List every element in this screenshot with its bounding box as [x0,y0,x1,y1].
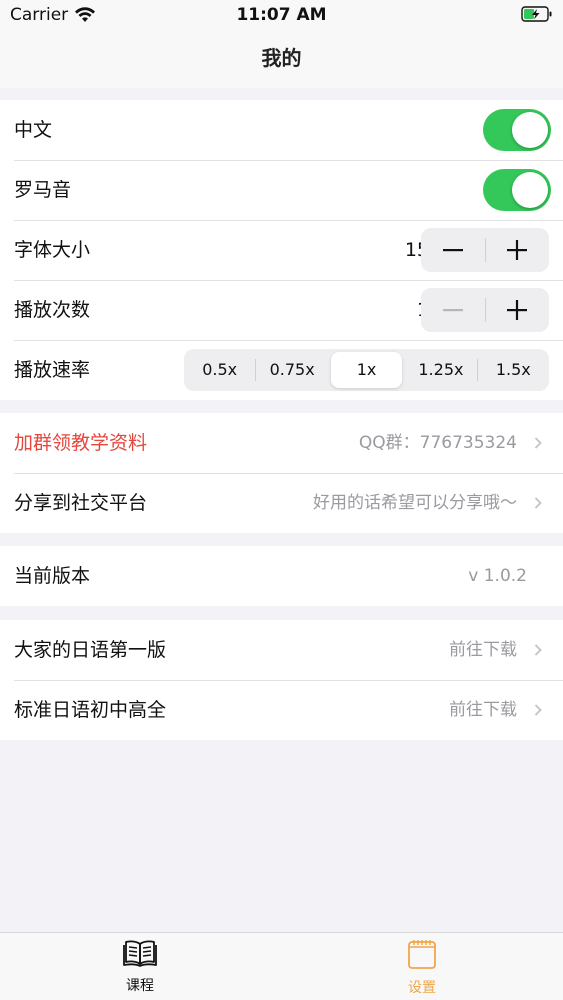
links-group: 加群领教学资料 QQ群：776735324 分享到社交平台 好用的话希望可以分享… [0,413,563,533]
tab-settings-label: 设置 [408,980,436,996]
rate-option-1-25x[interactable]: 1.25x [405,352,476,388]
notepad-icon [408,940,436,969]
play-count-increment-button[interactable] [486,288,550,332]
status-bar: Carrier 11:07 AM [0,0,563,30]
share-row[interactable]: 分享到社交平台 好用的话希望可以分享哦～ [0,473,563,533]
font-size-row: 字体大小 15 [0,220,563,280]
chevron-right-icon [534,704,542,716]
segment-divider [328,359,329,381]
app-download-link: 前往下载 [449,700,517,720]
app-row[interactable]: 大家的日语第一版 前往下载 [0,620,563,680]
version-label: 当前版本 [14,565,91,587]
tab-settings[interactable]: 设置 [362,939,482,997]
version-row: 当前版本 v 1.0.2 [0,546,563,606]
join-group-label: 加群领教学资料 [14,432,148,454]
rate-option-1-5x[interactable]: 1.5x [478,352,549,388]
font-size-label: 字体大小 [14,239,91,261]
share-value: 好用的话希望可以分享哦～ [313,493,517,513]
chinese-label: 中文 [14,119,53,141]
status-time: 11:07 AM [236,5,327,25]
romaji-label: 罗马音 [14,179,72,201]
rate-option-0-5x[interactable]: 0.5x [184,352,255,388]
chevron-right-icon [534,497,542,509]
switch-knob [512,172,548,208]
minus-icon [442,249,463,252]
chinese-switch[interactable] [483,109,551,151]
play-rate-label: 播放速率 [14,359,91,381]
app-row[interactable]: 标准日语初中高全 前往下载 [0,680,563,740]
app-label: 大家的日语第一版 [14,639,167,661]
tab-course[interactable]: 课程 [80,939,200,995]
play-count-decrement-button[interactable] [421,288,485,332]
play-rate-row: 播放速率 0.5x 0.75x 1x 1.25x 1.5x [0,340,563,400]
rate-option-1x[interactable]: 1x [330,352,403,388]
app-label: 标准日语初中高全 [14,699,167,721]
font-size-stepper [421,228,549,272]
version-group: 当前版本 v 1.0.2 [0,546,563,606]
font-size-decrement-button[interactable] [421,228,485,272]
font-size-increment-button[interactable] [486,228,550,272]
play-count-row: 播放次数 1 [0,280,563,340]
chinese-row: 中文 [0,100,563,160]
plus-icon [507,240,528,260]
plus-icon [507,300,528,320]
tab-course-label: 课程 [126,978,154,994]
version-value: v 1.0.2 [468,566,527,586]
romaji-row: 罗马音 [0,160,563,220]
rate-option-0-75x[interactable]: 0.75x [256,352,327,388]
play-count-label: 播放次数 [14,299,91,321]
play-rate-segmented-control: 0.5x 0.75x 1x 1.25x 1.5x [184,349,549,391]
book-icon [123,940,157,967]
switch-knob [512,112,548,148]
join-group-row[interactable]: 加群领教学资料 QQ群：776735324 [0,413,563,473]
page-title: 我的 [261,46,302,70]
minus-icon [442,309,463,312]
battery-icon [521,6,553,27]
app-download-link: 前往下载 [449,640,517,660]
apps-group: 大家的日语第一版 前往下载 标准日语初中高全 前往下载 [0,620,563,740]
chevron-right-icon [534,644,542,656]
nav-bar: 我的 [0,30,563,88]
romaji-switch[interactable] [483,169,551,211]
join-group-value: QQ群：776735324 [358,433,517,453]
tab-bar: 课程 设置 [0,932,563,1000]
share-label: 分享到社交平台 [14,492,148,514]
chevron-right-icon [534,437,542,449]
settings-group: 中文 罗马音 字体大小 15 播放次数 1 [0,100,563,400]
play-count-stepper [421,288,549,332]
